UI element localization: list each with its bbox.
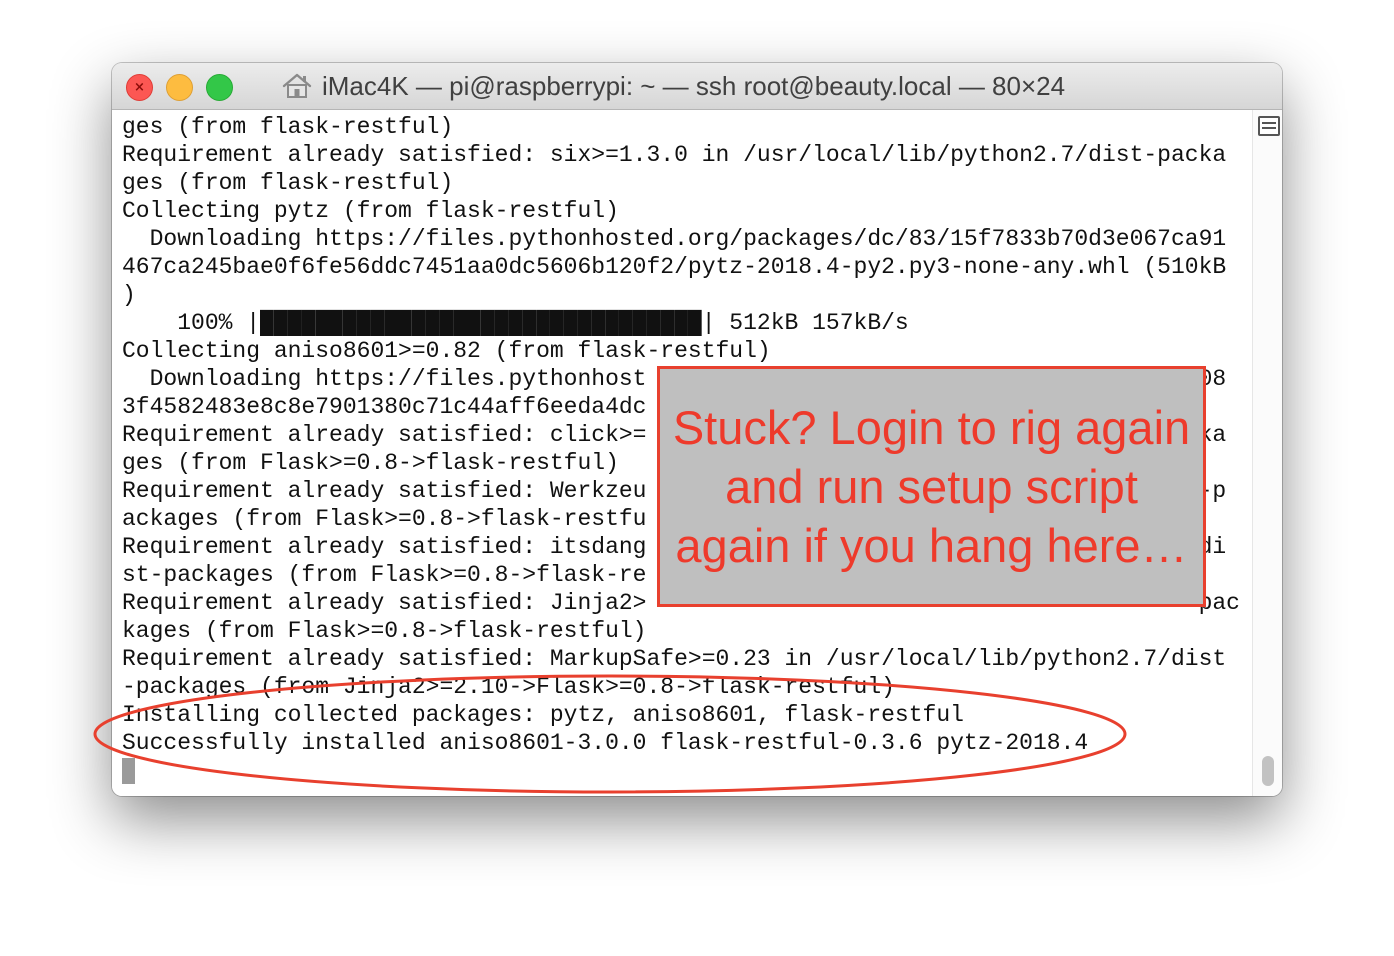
terminal-line: 467ca245bae0f6fe56ddc7451aa0dc5606b120f2…: [122, 254, 1227, 280]
terminal-line: -packages (from Jinja2>=2.10->Flask>=0.8…: [122, 674, 895, 700]
callout-text: Stuck? Login to rig again and run setup …: [672, 401, 1191, 572]
terminal-line: ackages (from Flask>=0.8->flask-restfu: [122, 506, 647, 532]
terminal-line: Installing collected packages: pytz, ani…: [122, 702, 964, 728]
progress-line: 100% |████████████████████████████████| …: [122, 310, 909, 336]
terminal-line: ges (from flask-restful): [122, 114, 454, 140]
close-button[interactable]: ×: [126, 74, 153, 101]
scroll-thumb[interactable]: [1262, 756, 1274, 786]
minimize-button[interactable]: [166, 74, 193, 101]
terminal-line: Requirement already satisfied: MarkupSaf…: [122, 646, 1227, 672]
terminal-line: Requirement already satisfied: six>=1.3.…: [122, 142, 1227, 168]
vertical-scrollbar[interactable]: [1252, 110, 1282, 796]
success-line: Successfully installed aniso8601-3.0.0 f…: [122, 730, 1089, 756]
terminal-line: ges (from Flask>=0.8->flask-restful): [122, 450, 619, 476]
split-pane-icon[interactable]: [1258, 116, 1280, 136]
terminal-line: 3f4582483e8c8e7901380c71c44aff6eeda4dc: [122, 394, 647, 420]
maximize-button[interactable]: [206, 74, 233, 101]
terminal-line: st-packages (from Flask>=0.8->flask-re: [122, 562, 647, 588]
terminal-line: ): [122, 282, 136, 308]
title-bar[interactable]: × iMac4K — pi@raspberrypi: ~ — ssh root@…: [112, 63, 1282, 110]
window-title-group: iMac4K — pi@raspberrypi: ~ — ssh root@be…: [282, 63, 1182, 109]
terminal-line: Downloading https://files.pythonhosted.o…: [122, 226, 1227, 252]
terminal-line: Collecting aniso8601>=0.82 (from flask-r…: [122, 338, 771, 364]
terminal-line: kages (from Flask>=0.8->flask-restful): [122, 618, 647, 644]
window-title: iMac4K — pi@raspberrypi: ~ — ssh root@be…: [322, 70, 1066, 101]
terminal-line: ges (from flask-restful): [122, 170, 454, 196]
home-icon: [282, 73, 312, 98]
terminal-line: Collecting pytz (from flask-restful): [122, 198, 619, 224]
text-cursor: [122, 758, 135, 784]
close-icon: ×: [134, 80, 145, 95]
stuck-callout: Stuck? Login to rig again and run setup …: [657, 366, 1206, 607]
